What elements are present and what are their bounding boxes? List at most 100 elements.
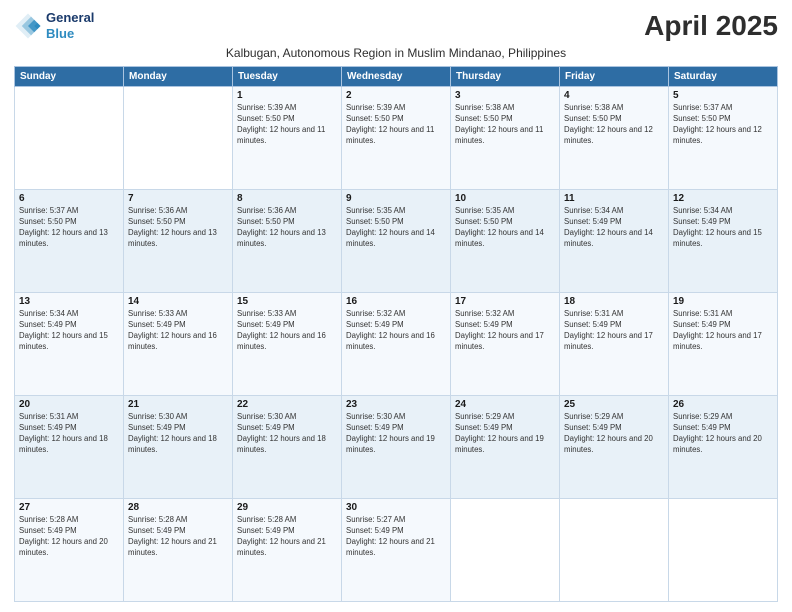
day-number: 30 — [346, 502, 446, 513]
col-monday: Monday — [124, 67, 233, 87]
day-info: Sunrise: 5:35 AM Sunset: 5:50 PM Dayligh… — [455, 206, 555, 250]
day-cell: 4Sunrise: 5:38 AM Sunset: 5:50 PM Daylig… — [560, 87, 669, 190]
day-cell: 24 Sunrise: 5:29 AM Sunset: 5:49 PM Dayli… — [451, 396, 560, 499]
day-number: 23 — [346, 399, 446, 410]
day-info: Sunrise: 5:29 AM Sunset: 5:49 PM Dayligh… — [455, 412, 555, 456]
header: General Blue April 2025 — [14, 10, 778, 42]
day-cell: 23 Sunrise: 5:30 AM Sunset: 5:49 PM Dayli… — [342, 396, 451, 499]
day-cell — [669, 499, 778, 602]
day-cell: 14 Sunrise: 5:33 AM Sunset: 5:49 PM Dayli… — [124, 293, 233, 396]
day-cell: 7Sunrise: 5:36 AM Sunset: 5:50 PM Daylig… — [124, 190, 233, 293]
day-cell — [124, 87, 233, 190]
title-block: April 2025 — [644, 10, 778, 42]
day-info: Sunrise: 5:38 AM Sunset: 5:50 PM Dayligh… — [455, 103, 555, 147]
day-number: 22 — [237, 399, 337, 410]
day-cell: 27 Sunrise: 5:28 AM Sunset: 5:49 PM Dayli… — [15, 499, 124, 602]
day-info: Sunrise: 5:31 AM Sunset: 5:49 PM Dayligh… — [673, 309, 773, 353]
day-number: 24 — [455, 399, 555, 410]
col-wednesday: Wednesday — [342, 67, 451, 87]
day-cell: 25Sunrise: 5:29 AM Sunset: 5:49 PM Dayli… — [560, 396, 669, 499]
day-number: 17 — [455, 296, 555, 307]
day-info: Sunrise: 5:33 AM Sunset: 5:49 PM Dayligh… — [128, 309, 228, 353]
subtitle: Kalbugan, Autonomous Region in Muslim Mi… — [14, 46, 778, 60]
day-number: 29 — [237, 502, 337, 513]
day-number: 27 — [19, 502, 119, 513]
day-number: 1 — [237, 90, 337, 101]
day-number: 16 — [346, 296, 446, 307]
day-info: Sunrise: 5:36 AM Sunset: 5:50 PM Dayligh… — [128, 206, 228, 250]
day-info: Sunrise: 5:28 AM Sunset: 5:49 PM Dayligh… — [19, 515, 119, 559]
day-number: 3 — [455, 90, 555, 101]
day-info: Sunrise: 5:39 AM Sunset: 5:50 PM Dayligh… — [346, 103, 446, 147]
day-cell: 1 Sunrise: 5:39 AM Sunset: 5:50 PM Daylig… — [233, 87, 342, 190]
day-number: 20 — [19, 399, 119, 410]
day-number: 10 — [455, 193, 555, 204]
col-tuesday: Tuesday — [233, 67, 342, 87]
day-number: 15 — [237, 296, 337, 307]
header-row: Sunday Monday Tuesday Wednesday Thursday… — [15, 67, 778, 87]
day-cell: 17Sunrise: 5:32 AM Sunset: 5:49 PM Dayli… — [451, 293, 560, 396]
calendar-body: 1 Sunrise: 5:39 AM Sunset: 5:50 PM Daylig… — [15, 87, 778, 602]
day-cell: 3 Sunrise: 5:38 AM Sunset: 5:50 PM Daylig… — [451, 87, 560, 190]
day-info: Sunrise: 5:29 AM Sunset: 5:49 PM Dayligh… — [673, 412, 773, 456]
day-cell: 30 Sunrise: 5:27 AM Sunset: 5:49 PM Dayli… — [342, 499, 451, 602]
day-cell: 16 Sunrise: 5:32 AM Sunset: 5:49 PM Dayli… — [342, 293, 451, 396]
day-info: Sunrise: 5:34 AM Sunset: 5:49 PM Dayligh… — [19, 309, 119, 353]
day-cell: 15 Sunrise: 5:33 AM Sunset: 5:49 PM Dayli… — [233, 293, 342, 396]
day-number: 18 — [564, 296, 664, 307]
logo: General Blue — [14, 10, 94, 41]
day-number: 8 — [237, 193, 337, 204]
day-cell: 6Sunrise: 5:37 AM Sunset: 5:50 PM Daylig… — [15, 190, 124, 293]
col-saturday: Saturday — [669, 67, 778, 87]
day-cell: 12 Sunrise: 5:34 AM Sunset: 5:49 PM Dayli… — [669, 190, 778, 293]
day-number: 5 — [673, 90, 773, 101]
day-info: Sunrise: 5:30 AM Sunset: 5:49 PM Dayligh… — [237, 412, 337, 456]
day-cell — [451, 499, 560, 602]
day-info: Sunrise: 5:30 AM Sunset: 5:49 PM Dayligh… — [128, 412, 228, 456]
day-info: Sunrise: 5:39 AM Sunset: 5:50 PM Dayligh… — [237, 103, 337, 147]
day-info: Sunrise: 5:28 AM Sunset: 5:49 PM Dayligh… — [237, 515, 337, 559]
day-number: 12 — [673, 193, 773, 204]
page: General Blue April 2025 Kalbugan, Autono… — [0, 0, 792, 612]
week-row-4: 27 Sunrise: 5:28 AM Sunset: 5:49 PM Dayli… — [15, 499, 778, 602]
day-cell: 5Sunrise: 5:37 AM Sunset: 5:50 PM Daylig… — [669, 87, 778, 190]
day-info: Sunrise: 5:35 AM Sunset: 5:50 PM Dayligh… — [346, 206, 446, 250]
day-number: 14 — [128, 296, 228, 307]
day-info: Sunrise: 5:33 AM Sunset: 5:49 PM Dayligh… — [237, 309, 337, 353]
day-cell — [560, 499, 669, 602]
day-info: Sunrise: 5:32 AM Sunset: 5:49 PM Dayligh… — [346, 309, 446, 353]
col-thursday: Thursday — [451, 67, 560, 87]
day-info: Sunrise: 5:28 AM Sunset: 5:49 PM Dayligh… — [128, 515, 228, 559]
day-info: Sunrise: 5:34 AM Sunset: 5:49 PM Dayligh… — [564, 206, 664, 250]
day-number: 11 — [564, 193, 664, 204]
day-cell: 26 Sunrise: 5:29 AM Sunset: 5:49 PM Dayli… — [669, 396, 778, 499]
day-number: 26 — [673, 399, 773, 410]
day-info: Sunrise: 5:36 AM Sunset: 5:50 PM Dayligh… — [237, 206, 337, 250]
day-info: Sunrise: 5:27 AM Sunset: 5:49 PM Dayligh… — [346, 515, 446, 559]
week-row-3: 20 Sunrise: 5:31 AM Sunset: 5:49 PM Dayli… — [15, 396, 778, 499]
day-number: 21 — [128, 399, 228, 410]
day-cell — [15, 87, 124, 190]
day-number: 2 — [346, 90, 446, 101]
day-cell: 10 Sunrise: 5:35 AM Sunset: 5:50 PM Dayli… — [451, 190, 560, 293]
day-cell: 20 Sunrise: 5:31 AM Sunset: 5:49 PM Dayli… — [15, 396, 124, 499]
day-info: Sunrise: 5:37 AM Sunset: 5:50 PM Dayligh… — [19, 206, 119, 250]
day-info: Sunrise: 5:38 AM Sunset: 5:50 PM Dayligh… — [564, 103, 664, 147]
day-info: Sunrise: 5:31 AM Sunset: 5:49 PM Dayligh… — [564, 309, 664, 353]
day-info: Sunrise: 5:30 AM Sunset: 5:49 PM Dayligh… — [346, 412, 446, 456]
day-cell: 8 Sunrise: 5:36 AM Sunset: 5:50 PM Daylig… — [233, 190, 342, 293]
day-cell: 13 Sunrise: 5:34 AM Sunset: 5:49 PM Dayli… — [15, 293, 124, 396]
logo-text: General Blue — [46, 10, 94, 41]
week-row-2: 13 Sunrise: 5:34 AM Sunset: 5:49 PM Dayli… — [15, 293, 778, 396]
day-info: Sunrise: 5:31 AM Sunset: 5:49 PM Dayligh… — [19, 412, 119, 456]
day-cell: 22 Sunrise: 5:30 AM Sunset: 5:49 PM Dayli… — [233, 396, 342, 499]
day-number: 19 — [673, 296, 773, 307]
day-number: 25 — [564, 399, 664, 410]
day-cell: 19 Sunrise: 5:31 AM Sunset: 5:49 PM Dayli… — [669, 293, 778, 396]
col-friday: Friday — [560, 67, 669, 87]
day-number: 13 — [19, 296, 119, 307]
day-info: Sunrise: 5:34 AM Sunset: 5:49 PM Dayligh… — [673, 206, 773, 250]
day-cell: 9Sunrise: 5:35 AM Sunset: 5:50 PM Daylig… — [342, 190, 451, 293]
week-row-0: 1 Sunrise: 5:39 AM Sunset: 5:50 PM Daylig… — [15, 87, 778, 190]
calendar-header: Sunday Monday Tuesday Wednesday Thursday… — [15, 67, 778, 87]
